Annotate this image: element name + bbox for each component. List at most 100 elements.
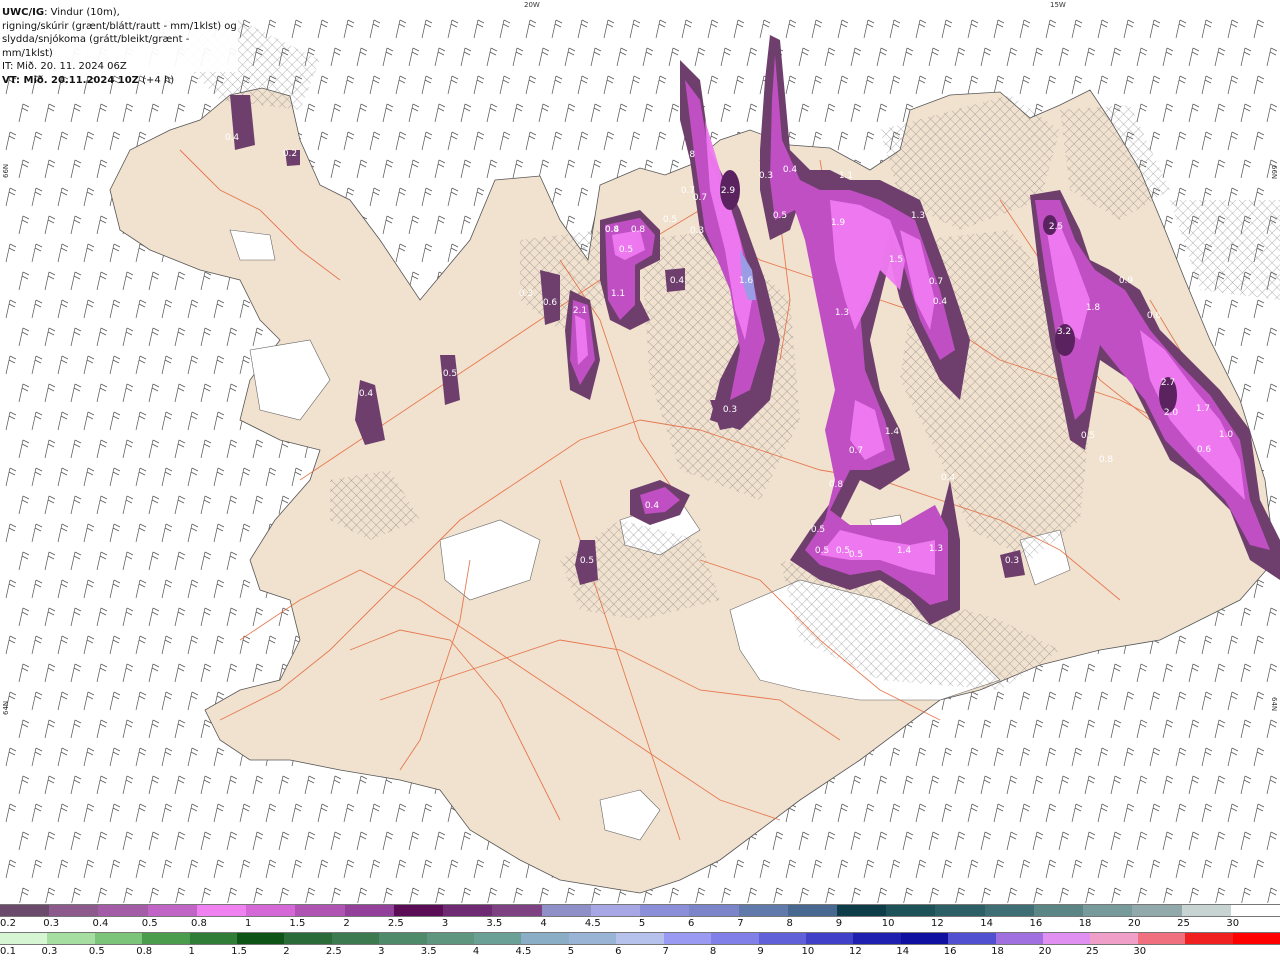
- legend-swatch: [568, 933, 617, 944]
- legend-swatch: [0, 933, 48, 944]
- legend-swatch: [393, 905, 444, 916]
- legend-swatch: [689, 905, 739, 916]
- precip-value: 1.3: [911, 211, 925, 221]
- legend-swatch: [1230, 905, 1280, 916]
- precip-value: 0.5: [849, 550, 863, 560]
- legend-swatch: [1042, 933, 1091, 944]
- precip-value: 0.7: [693, 193, 707, 203]
- precip-value: 1.3: [929, 544, 943, 554]
- legend-label: 2: [343, 918, 350, 929]
- legend-label: 10: [881, 918, 895, 929]
- legend-label: 0.4: [92, 918, 109, 929]
- precip-value: 1.1: [611, 289, 625, 299]
- precip-value: 0.5: [619, 245, 633, 255]
- legend-swatch: [663, 933, 712, 944]
- legend-label: 25: [1085, 946, 1099, 957]
- precip-value: 0.5: [580, 556, 594, 566]
- legend-label: 2.5: [387, 918, 404, 929]
- info-init-time: IT: Mið. 20. 11. 2024 06Z: [2, 61, 127, 72]
- legend-swatch: [0, 905, 50, 916]
- precip-value: 2.9: [721, 186, 736, 196]
- precip-value: 0.6: [543, 298, 558, 308]
- legend-swatch: [590, 905, 641, 916]
- legend-swatch: [443, 905, 493, 916]
- info-valid-time: VT: Mið. 20.11.2024 10Z (+4 h): [2, 74, 238, 88]
- precip-value: 1.0: [1219, 430, 1234, 440]
- legend-swatch: [738, 905, 788, 916]
- legend-swatch: [541, 905, 591, 916]
- legend-label: 18: [1078, 918, 1092, 929]
- legend-label: 14: [980, 918, 993, 929]
- legend-label: 9: [835, 918, 843, 929]
- legend-label: 0.5: [88, 946, 105, 957]
- precip-value: 0.2: [283, 149, 297, 159]
- snow-color-scale: [0, 904, 1280, 917]
- legend-label: 6: [688, 918, 695, 929]
- precip-value: 0.5: [815, 546, 829, 556]
- precip-value: 0.4: [645, 501, 660, 511]
- legend-label: 4.5: [584, 918, 601, 929]
- legend-label: 6: [615, 946, 622, 957]
- legend-label: 14: [896, 946, 910, 957]
- legend-label: 10: [801, 946, 815, 957]
- lon-label-20w: 20W: [524, 1, 540, 9]
- lon-label-15w: 15W: [1050, 1, 1066, 9]
- rain-scale-labels: 0.1 0.3 0.5 0.8 1 1.5 2 2.5 3 3.5 4 4.5 5 6 7 8 9 10 12 14 1…: [0, 946, 1280, 958]
- info-title: UWC/IG: Vindur (10m),: [2, 6, 238, 20]
- precip-value: 1.6: [739, 276, 754, 286]
- legend-label: 2.5: [325, 946, 342, 957]
- legend-label: 8: [786, 918, 793, 929]
- lead-time: (+4 h): [138, 74, 175, 86]
- precip-value: 3.2: [1057, 327, 1071, 337]
- legend-swatch: [1185, 933, 1233, 944]
- precip-value: 0.5: [773, 211, 787, 221]
- precip-value: 2.7: [1161, 378, 1175, 388]
- legend-swatch: [853, 933, 901, 944]
- legend-swatch: [49, 905, 99, 916]
- precip-value: 0.7: [849, 446, 863, 456]
- legend-label: 12: [848, 946, 862, 957]
- legend-label: 20: [1127, 918, 1141, 929]
- precip-value: 0.8: [605, 225, 620, 235]
- legend-label: 0.1: [0, 946, 16, 957]
- legend-label: 0.8: [190, 918, 207, 929]
- precip-value: 0.9: [1119, 276, 1134, 286]
- precip-value: 2.0: [1164, 408, 1179, 418]
- precip-value: 2.5: [1049, 222, 1063, 232]
- legend-label: 25: [1177, 918, 1190, 929]
- info-rain-line: rigning/skúrir (grænt/blátt/rautt - mm/1…: [2, 20, 237, 32]
- precip-value: 0.8: [631, 225, 646, 235]
- precip-value: 1.5: [889, 255, 903, 265]
- model-name: UWC/IG: [2, 7, 45, 18]
- precip-value: 0.7: [929, 277, 943, 287]
- legend-swatch: [1033, 905, 1084, 916]
- legend-swatch: [836, 905, 887, 916]
- precip-value: 0.3: [519, 289, 533, 299]
- legend-label: 1.5: [231, 946, 247, 957]
- precip-value: 0.4: [933, 297, 948, 307]
- precip-value: 0.4: [495, 548, 510, 558]
- legend-swatch: [1181, 905, 1231, 916]
- precip-value: 0.4: [670, 276, 685, 286]
- precip-value: 1.4: [885, 427, 900, 437]
- legend-swatch: [900, 933, 949, 944]
- legend-swatch: [1232, 933, 1280, 944]
- legend-label: 3.5: [486, 918, 503, 929]
- color-legend: 0.2 0.3 0.4 0.5 0.8 1 1.5 2 2.5 3 3.5 4 4.5 5 6 7 8 9 10 12…: [0, 903, 1280, 960]
- precip-value: 1.4: [897, 546, 912, 556]
- legend-swatch: [237, 933, 285, 944]
- legend-label: 16: [943, 946, 957, 957]
- legend-swatch: [189, 933, 238, 944]
- precip-value: 0.3: [759, 171, 773, 181]
- legend-label: 12: [931, 918, 944, 929]
- legend-label: 4.5: [515, 946, 532, 957]
- legend-swatch: [787, 905, 837, 916]
- precip-value: 0.6: [1197, 445, 1212, 455]
- precip-value: 0.4: [359, 389, 374, 399]
- legend-swatch: [47, 933, 95, 944]
- legend-swatch: [246, 905, 296, 916]
- precip-value: 0.4: [941, 473, 956, 483]
- legend-label: 0.3: [43, 918, 60, 929]
- precip-value: 0.4: [783, 165, 798, 175]
- precip-value: 0.6: [1147, 311, 1162, 321]
